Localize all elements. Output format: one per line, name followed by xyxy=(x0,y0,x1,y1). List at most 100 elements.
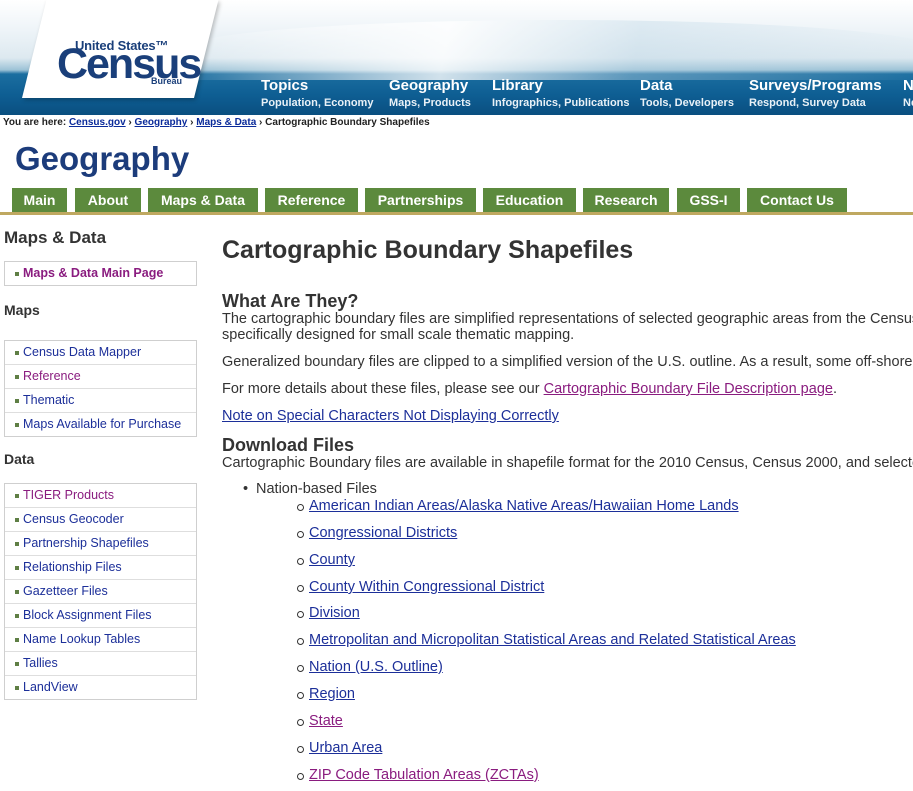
topnav-geography-title: Geography xyxy=(389,77,469,94)
more-details-suffix: . xyxy=(832,381,837,397)
list-item: Congressional Districts xyxy=(296,525,457,541)
special-characters-note-link[interactable]: Note on Special Characters Not Displayin… xyxy=(222,408,559,424)
breadcrumb-prefix: You are here: xyxy=(3,117,67,128)
sidebar-item-census-geocoder[interactable]: Census Geocoder xyxy=(5,508,196,532)
tab-education[interactable]: Education xyxy=(483,188,576,212)
list-item: Region xyxy=(297,686,355,702)
list-item: Metropolitan and Micropolitan Statistica… xyxy=(297,632,796,648)
breadcrumb-separator: › xyxy=(128,117,132,128)
generalized-paragraph: Generalized boundary files are clipped t… xyxy=(222,354,913,370)
sidebar-item-reference[interactable]: Reference xyxy=(5,365,196,389)
topnav-topics-title: Topics xyxy=(261,77,309,94)
tab-partnerships[interactable]: Partnerships xyxy=(365,188,476,212)
nation-based-files-label: Nation-based Files xyxy=(243,481,377,497)
sidebar-item-tiger-products[interactable]: TIGER Products xyxy=(5,484,196,508)
description-page-link[interactable]: Cartographic Boundary File Description p… xyxy=(544,381,833,397)
more-details-prefix: For more details about these files, plea… xyxy=(222,381,544,397)
link-nation-outline[interactable]: Nation (U.S. Outline) xyxy=(309,659,443,675)
header-swoosh-decoration xyxy=(180,20,913,80)
tab-reference[interactable]: Reference xyxy=(265,188,358,212)
list-item: American Indian Areas/Alaska Native Area… xyxy=(297,498,739,514)
sidebar-item-maps-data-main-page[interactable]: Maps & Data Main Page xyxy=(5,262,196,285)
topnav-topics-subtitle: Population, Economy xyxy=(261,97,374,109)
topnav-library-title: Library xyxy=(492,77,543,94)
link-urban-area[interactable]: Urban Area xyxy=(309,740,382,756)
topnav-data[interactable]: Data Tools, Developers xyxy=(640,77,734,111)
link-metro-micro-areas[interactable]: Metropolitan and Micropolitan Statistica… xyxy=(309,632,796,648)
topnav-library-subtitle: Infographics, Publications xyxy=(492,97,630,109)
tab-gss-i[interactable]: GSS-I xyxy=(677,188,740,212)
list-item: State xyxy=(297,713,343,729)
sidebar-box-data: TIGER Products Census Geocoder Partnersh… xyxy=(4,483,197,700)
sidebar-item-partnership-shapefiles[interactable]: Partnership Shapefiles xyxy=(5,532,196,556)
sidebar-item-name-lookup-tables[interactable]: Name Lookup Tables xyxy=(5,628,196,652)
sidebar: Maps & Data Maps & Data Main Page Maps C… xyxy=(4,222,197,700)
download-paragraph: Cartographic Boundary files are availabl… xyxy=(222,455,913,471)
list-item: ZIP Code Tabulation Areas (ZCTAs) xyxy=(297,767,539,783)
breadcrumb-link-maps-data[interactable]: Maps & Data xyxy=(196,117,256,128)
list-item: County xyxy=(297,552,355,568)
tab-about[interactable]: About xyxy=(75,188,141,212)
download-files-heading: Download Files xyxy=(222,435,355,455)
topnav-data-subtitle: Tools, Developers xyxy=(640,97,734,109)
sidebar-item-tallies[interactable]: Tallies xyxy=(5,652,196,676)
sidebar-box-maps: Census Data Mapper Reference Thematic Ma… xyxy=(4,340,197,437)
topnav-geography-subtitle: Maps, Products xyxy=(389,97,471,109)
what-are-they-heading: What Are They? xyxy=(222,291,359,311)
main-content: Cartographic Boundary Shapefiles What Ar… xyxy=(222,236,913,791)
sidebar-item-relationship-files[interactable]: Relationship Files xyxy=(5,556,196,580)
topnav-topics[interactable]: Topics Population, Economy xyxy=(261,77,373,111)
link-zctas[interactable]: ZIP Code Tabulation Areas (ZCTAs) xyxy=(309,767,539,783)
list-item: Division xyxy=(297,605,360,621)
sidebar-item-block-assignment-files[interactable]: Block Assignment Files xyxy=(5,604,196,628)
breadcrumb-link-census-gov[interactable]: Census.gov xyxy=(69,117,126,128)
tab-research[interactable]: Research xyxy=(583,188,669,212)
link-congressional-districts[interactable]: Congressional Districts xyxy=(309,525,457,541)
sidebar-heading-maps-data: Maps & Data xyxy=(4,228,107,247)
tab-main[interactable]: Main xyxy=(12,188,67,212)
topnav-newsroom-title: N xyxy=(903,77,913,94)
sidebar-item-gazetteer-files[interactable]: Gazetteer Files xyxy=(5,580,196,604)
topnav-surveys-subtitle: Respond, Survey Data xyxy=(749,97,866,109)
more-details-paragraph: For more details about these files, plea… xyxy=(222,381,837,398)
breadcrumb-separator: › xyxy=(259,117,263,128)
what-paragraph-line2: specifically designed for small scale th… xyxy=(222,327,575,343)
list-item: Nation (U.S. Outline) xyxy=(297,659,443,675)
tabs-divider xyxy=(0,212,913,215)
link-region[interactable]: Region xyxy=(309,686,355,702)
tab-maps-data[interactable]: Maps & Data xyxy=(148,188,258,212)
what-paragraph-line1: The cartographic boundary files are simp… xyxy=(222,311,913,327)
topnav-data-title: Data xyxy=(640,77,673,94)
breadcrumb-current: Cartographic Boundary Shapefiles xyxy=(265,117,430,128)
link-division[interactable]: Division xyxy=(309,605,360,621)
topnav-newsroom-subtitle: Ne xyxy=(903,97,913,109)
sidebar-heading-maps: Maps xyxy=(4,302,40,318)
sidebar-heading-data: Data xyxy=(4,451,35,467)
census-logo[interactable]: United States™ Census Bureau xyxy=(22,0,219,98)
topnav-surveys-title: Surveys/Programs xyxy=(749,77,882,94)
topnav-newsroom[interactable]: N Ne xyxy=(903,77,913,111)
tab-contact-us[interactable]: Contact Us xyxy=(747,188,847,212)
topnav-surveys-programs[interactable]: Surveys/Programs Respond, Survey Data xyxy=(749,77,882,111)
link-american-indian-areas[interactable]: American Indian Areas/Alaska Native Area… xyxy=(309,498,739,514)
breadcrumb-link-geography[interactable]: Geography xyxy=(135,117,188,128)
section-title: Geography xyxy=(15,140,190,177)
site-header: United States™ Census Bureau Topics Popu… xyxy=(0,0,913,115)
link-county[interactable]: County xyxy=(309,552,355,568)
note-paragraph: Note on Special Characters Not Displayin… xyxy=(222,408,559,425)
topnav-geography[interactable]: Geography Maps, Products xyxy=(389,77,471,111)
sidebar-item-census-data-mapper[interactable]: Census Data Mapper xyxy=(5,341,196,365)
list-item: County Within Congressional District xyxy=(296,579,544,595)
breadcrumb-separator: › xyxy=(190,117,194,128)
sidebar-item-landview[interactable]: LandView xyxy=(5,676,196,699)
link-county-within-cd[interactable]: County Within Congressional District xyxy=(309,579,544,595)
breadcrumb: You are here: Census.gov › Geography › M… xyxy=(3,117,430,128)
link-state[interactable]: State xyxy=(309,713,343,729)
topnav-library[interactable]: Library Infographics, Publications xyxy=(492,77,630,111)
sidebar-box-main: Maps & Data Main Page xyxy=(4,261,197,286)
sidebar-item-maps-for-purchase[interactable]: Maps Available for Purchase xyxy=(5,413,196,436)
list-item: Urban Area xyxy=(296,740,382,756)
logo-line-bureau: Bureau xyxy=(150,76,182,86)
sidebar-item-thematic[interactable]: Thematic xyxy=(5,389,196,413)
page-title: Cartographic Boundary Shapefiles xyxy=(222,236,634,264)
